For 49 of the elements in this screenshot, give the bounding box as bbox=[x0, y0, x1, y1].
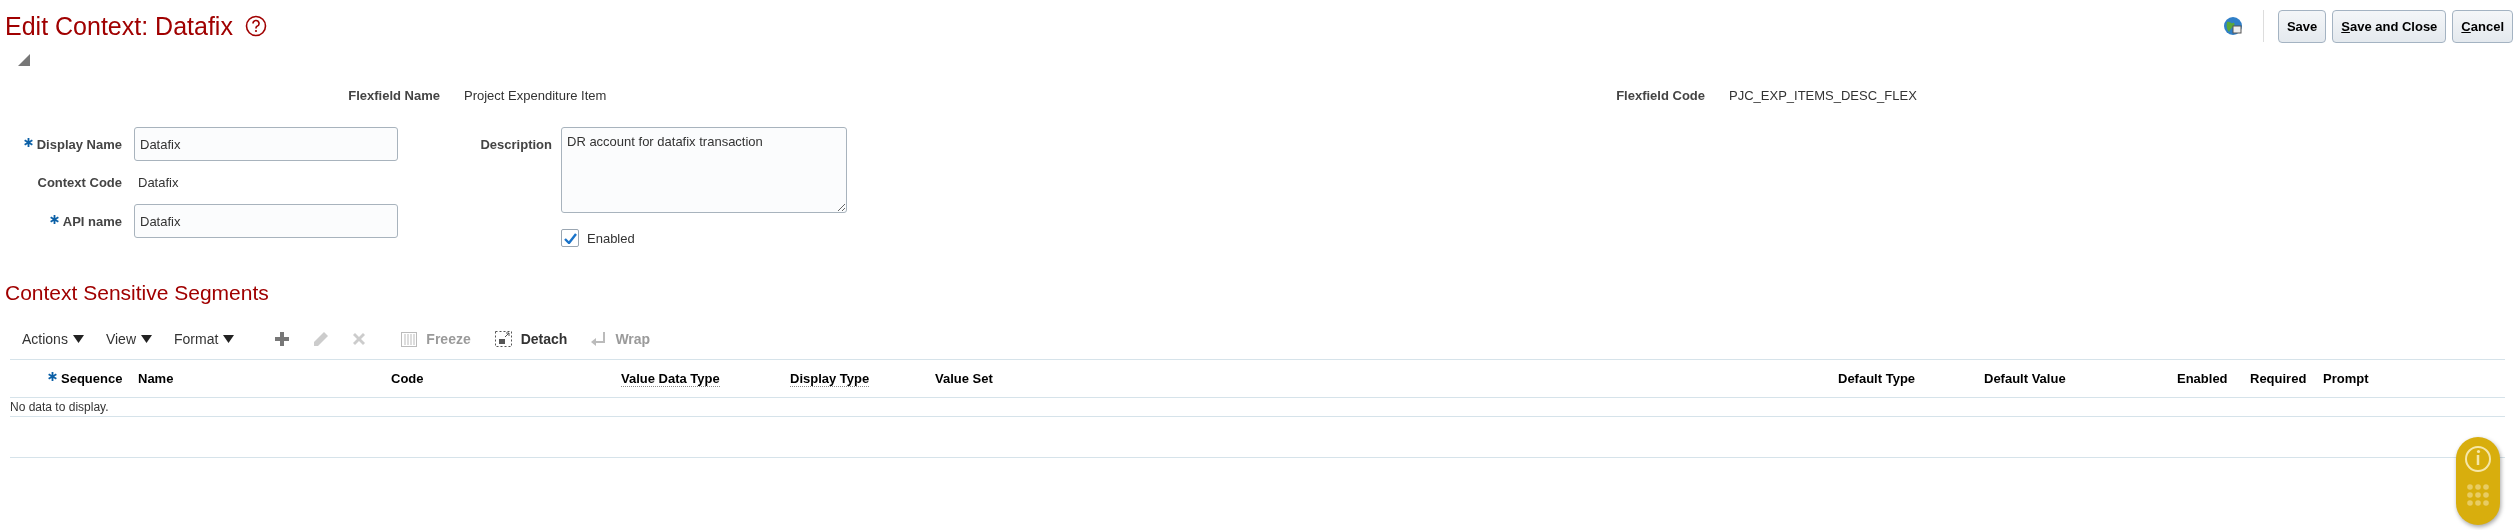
input-field[interactable]: Datafix bbox=[134, 127, 398, 161]
globe-icon[interactable] bbox=[2222, 16, 2243, 36]
caret-icon bbox=[223, 335, 235, 343]
page-title: Edit Context: Datafix bbox=[5, 11, 233, 41]
text-area[interactable]: DR account for datafix transaction bbox=[561, 127, 847, 213]
column-header[interactable]: Required bbox=[2250, 371, 2307, 386]
check-icon bbox=[563, 232, 577, 244]
column-header[interactable]: Name bbox=[138, 371, 174, 386]
field-label: Flexfield Code bbox=[1615, 88, 1705, 103]
add-button[interactable] bbox=[274, 331, 291, 347]
checkbox-label: Enabled bbox=[587, 230, 635, 246]
field-label: Display Name bbox=[36, 136, 122, 152]
field-value: Datafix bbox=[137, 175, 180, 190]
action-button[interactable]: Cancel bbox=[2452, 9, 2513, 43]
wrap-icon bbox=[591, 332, 607, 346]
section-title: Context Sensitive Segments bbox=[5, 281, 270, 305]
detach-button[interactable]: Detach bbox=[494, 331, 568, 347]
field-label: Context Code bbox=[37, 175, 122, 190]
column-header[interactable]: Code bbox=[391, 371, 424, 386]
column-header[interactable]: Display Type bbox=[790, 370, 870, 387]
action-button[interactable]: Save and Close bbox=[2332, 9, 2447, 43]
detach-icon bbox=[494, 331, 512, 347]
collapse-icon[interactable] bbox=[18, 54, 30, 66]
column-header[interactable]: Value Data Type bbox=[621, 370, 720, 387]
field-label: Flexfield Name bbox=[347, 88, 440, 103]
action-button[interactable]: Save bbox=[2277, 9, 2327, 43]
pencil-icon bbox=[312, 330, 330, 348]
column-header[interactable]: Sequence bbox=[61, 371, 123, 386]
column-header[interactable]: Enabled bbox=[2177, 371, 2228, 386]
help-icon[interactable] bbox=[244, 15, 267, 37]
columns-icon bbox=[401, 331, 418, 347]
column-header[interactable]: Value Set bbox=[935, 371, 993, 386]
column-header[interactable]: Default Value bbox=[1984, 371, 2066, 386]
field-value: PJC_EXP_ITEMS_DESC_FLEX bbox=[1729, 88, 1918, 103]
menu-button[interactable]: Format bbox=[174, 331, 235, 347]
column-header[interactable]: Default Type bbox=[1838, 371, 1916, 386]
checkbox[interactable] bbox=[561, 229, 579, 247]
input-field[interactable]: Datafix bbox=[134, 204, 398, 238]
x-icon bbox=[351, 331, 368, 347]
caret-icon bbox=[141, 335, 152, 343]
menu-button[interactable]: View bbox=[105, 331, 152, 347]
column-header[interactable]: Prompt bbox=[2323, 371, 2369, 386]
caret-icon bbox=[72, 335, 84, 343]
field-label: Description bbox=[479, 136, 552, 152]
field-label: API name bbox=[62, 213, 122, 229]
menu-button[interactable]: Actions bbox=[22, 331, 84, 347]
empty-message: No data to display. bbox=[10, 400, 109, 414]
plus-icon bbox=[274, 331, 291, 347]
field-value: Project Expenditure Item bbox=[464, 88, 608, 103]
